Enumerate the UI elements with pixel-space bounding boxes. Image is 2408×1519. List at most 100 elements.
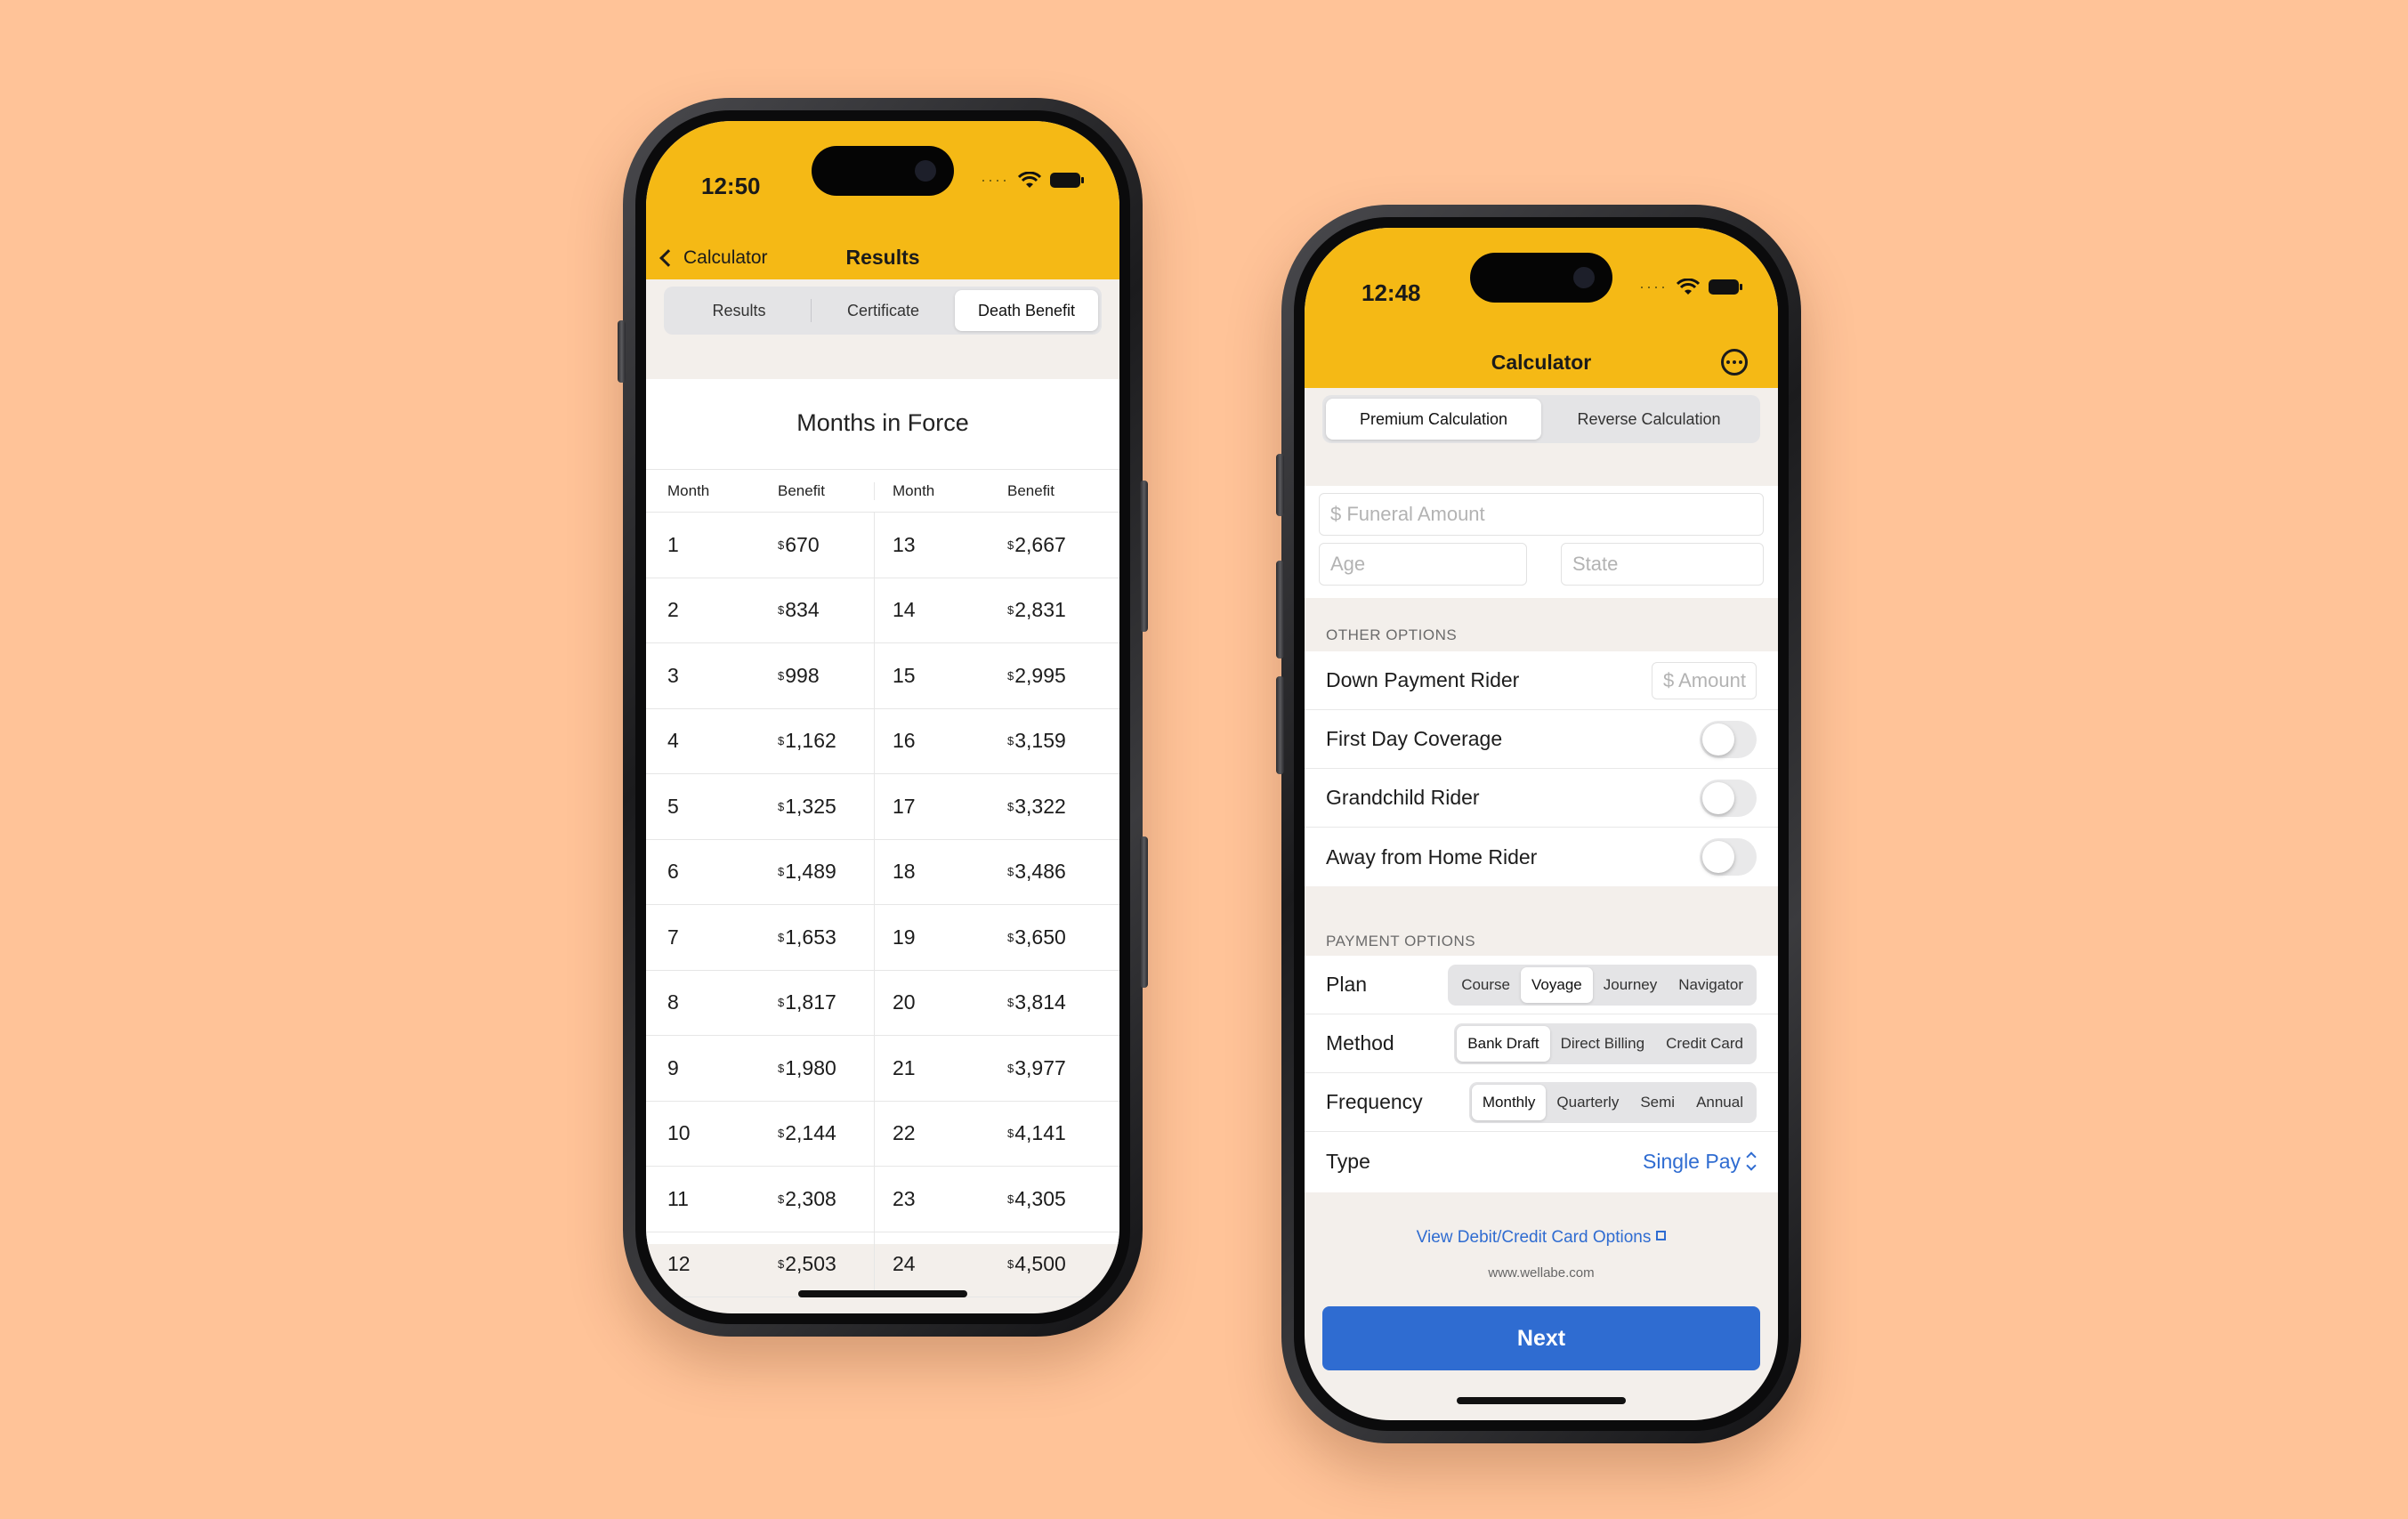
nav-header: 12:50 ···· Calculator Results <box>646 121 1119 279</box>
currency-symbol: $ <box>1007 930 1014 944</box>
tab-results[interactable]: Results <box>667 290 811 331</box>
next-button[interactable]: Next <box>1322 1306 1760 1370</box>
table-row: 8 $1,817 20 $3,814 <box>646 970 1119 1036</box>
benefit-cell-value: 2,503 <box>785 1252 836 1276</box>
side-button <box>1140 836 1148 988</box>
month-cell: 13 <box>874 513 990 578</box>
benefit-cell: $1,162 <box>760 709 874 774</box>
month-cell: 21 <box>874 1036 990 1101</box>
month-cell-value: 9 <box>667 1055 679 1079</box>
plan-option-journey[interactable]: Journey <box>1593 967 1668 1003</box>
away-from-home-toggle[interactable] <box>1700 838 1757 876</box>
benefit-cell-value: 998 <box>785 663 820 687</box>
home-indicator[interactable] <box>1457 1397 1626 1404</box>
header-month: Month <box>667 481 710 499</box>
method-label: Method <box>1326 1031 1394 1054</box>
benefit-cell: $2,308 <box>760 1167 874 1232</box>
power-button <box>1140 481 1148 632</box>
table-row: 12 $2,503 24 $4,500 <box>646 1232 1119 1297</box>
benefit-cell-value: 4,500 <box>1014 1252 1066 1276</box>
down-payment-row: Down Payment Rider $ Amount <box>1305 651 1778 710</box>
table-header: Month Benefit Month Benefit <box>646 470 1119 513</box>
plan-label: Plan <box>1326 973 1368 996</box>
benefit-cell: $1,817 <box>760 971 874 1036</box>
benefit-cell-value: 1,325 <box>785 794 836 818</box>
benefit-cell: $4,500 <box>990 1232 1119 1297</box>
method-selector: Bank Draft Direct Billing Credit Card <box>1454 1023 1757 1064</box>
benefit-cell: $1,489 <box>760 840 874 905</box>
grandchild-toggle[interactable] <box>1700 780 1757 817</box>
card-options-link[interactable]: View Debit/Credit Card Options <box>1305 1228 1778 1248</box>
frequency-option-monthly[interactable]: Monthly <box>1471 1085 1547 1120</box>
currency-symbol: $ <box>778 1061 785 1075</box>
action-button <box>1276 454 1284 516</box>
tab-death-benefit[interactable]: Death Benefit <box>955 290 1098 331</box>
type-picker[interactable]: Single Pay <box>1643 1150 1757 1174</box>
currency-symbol: $ <box>1007 537 1014 552</box>
month-cell-value: 19 <box>893 925 916 949</box>
tab-premium-calculation[interactable]: Premium Calculation <box>1326 399 1541 440</box>
frequency-option-semi[interactable]: Semi <box>1629 1085 1685 1120</box>
currency-symbol: $ <box>778 1192 785 1206</box>
month-cell: 11 <box>646 1167 760 1232</box>
month-cell: 16 <box>874 708 990 773</box>
currency-symbol: $ <box>1007 603 1014 618</box>
currency-symbol: $ <box>778 1127 785 1141</box>
benefit-cell-value: 1,653 <box>785 925 836 949</box>
benefit-cell: $1,325 <box>760 774 874 839</box>
benefit-cell: $670 <box>760 513 874 578</box>
tab-certificate[interactable]: Certificate <box>812 290 955 331</box>
currency-symbol: $ <box>778 996 785 1010</box>
month-cell-value: 3 <box>667 663 679 687</box>
month-cell: 7 <box>646 905 760 970</box>
payment-options-label: PAYMENT OPTIONS <box>1326 933 1476 949</box>
month-cell: 9 <box>646 1036 760 1101</box>
month-cell: 20 <box>874 970 990 1035</box>
month-cell: 24 <box>874 1232 990 1297</box>
month-cell-value: 8 <box>667 990 679 1014</box>
home-indicator[interactable] <box>798 1290 967 1297</box>
type-row: Type Single Pay <box>1305 1132 1778 1191</box>
age-input[interactable]: Age <box>1319 543 1527 586</box>
benefit-cell-value: 3,650 <box>1014 925 1066 949</box>
month-cell: 1 <box>646 513 760 578</box>
frequency-label: Frequency <box>1326 1090 1423 1113</box>
down-payment-amount-input[interactable]: $ Amount <box>1652 662 1757 699</box>
state-input[interactable]: State <box>1561 543 1764 586</box>
method-option-direct-billing[interactable]: Direct Billing <box>1550 1026 1655 1062</box>
benefit-cell: $2,503 <box>760 1232 874 1297</box>
month-cell-value: 18 <box>893 860 916 884</box>
benefit-cell: $3,814 <box>990 971 1119 1036</box>
plan-option-course[interactable]: Course <box>1450 967 1521 1003</box>
benefit-cell-value: 2,144 <box>785 1121 836 1145</box>
first-day-toggle[interactable] <box>1700 721 1757 758</box>
month-cell-value: 6 <box>667 860 679 884</box>
benefit-cell: $4,305 <box>990 1167 1119 1232</box>
frequency-option-quarterly[interactable]: Quarterly <box>1546 1085 1629 1120</box>
month-cell: 2 <box>646 578 760 643</box>
phone-calculator: 12:48 ···· Calculator Premium Calculatio… <box>1276 205 1801 1443</box>
currency-symbol: $ <box>778 537 785 552</box>
currency-symbol: $ <box>1007 1127 1014 1141</box>
table-row: 5 $1,325 17 $3,322 <box>646 774 1119 840</box>
plan-option-voyage[interactable]: Voyage <box>1521 967 1593 1003</box>
first-day-row: First Day Coverage <box>1305 710 1778 769</box>
currency-symbol: $ <box>778 799 785 813</box>
funeral-amount-input[interactable]: $ Funeral Amount <box>1319 493 1764 536</box>
method-option-credit-card[interactable]: Credit Card <box>1655 1026 1754 1062</box>
benefit-cell-value: 2,308 <box>785 1186 836 1210</box>
month-cell-value: 1 <box>667 532 679 556</box>
month-cell: 5 <box>646 774 760 839</box>
method-option-bank-draft[interactable]: Bank Draft <box>1457 1026 1550 1062</box>
month-cell: 22 <box>874 1101 990 1166</box>
frequency-option-annual[interactable]: Annual <box>1685 1085 1754 1120</box>
battery-icon <box>1050 173 1084 188</box>
more-options-icon[interactable] <box>1721 349 1748 376</box>
battery-icon <box>1709 279 1742 295</box>
away-from-home-row: Away from Home Rider <box>1305 828 1778 886</box>
basic-inputs-card: $ Funeral Amount Age State <box>1305 486 1778 598</box>
plan-option-navigator[interactable]: Navigator <box>1668 967 1754 1003</box>
grandchild-row: Grandchild Rider <box>1305 769 1778 828</box>
phone-results: 12:50 ···· Calculator Results Results Ce… <box>618 98 1148 1337</box>
tab-reverse-calculation[interactable]: Reverse Calculation <box>1541 399 1757 440</box>
